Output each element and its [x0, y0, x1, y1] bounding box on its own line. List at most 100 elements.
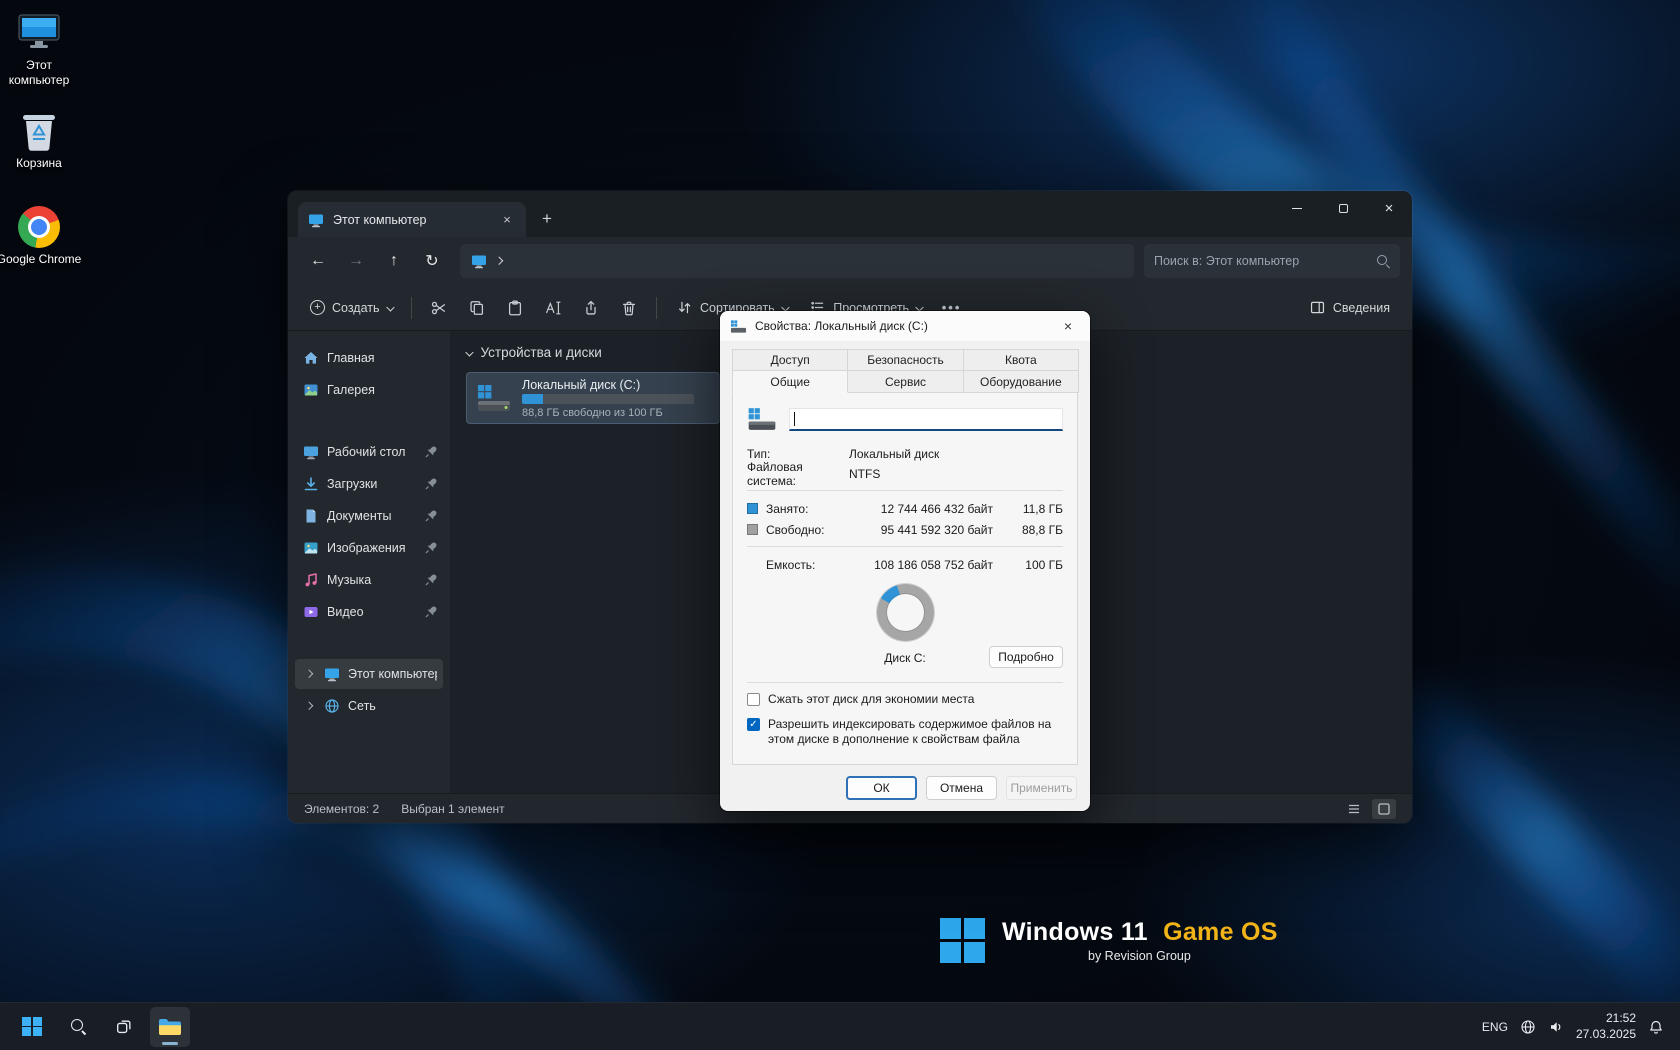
- new-icon: +: [310, 300, 325, 315]
- new-tab-button[interactable]: +: [532, 204, 562, 234]
- compress-checkbox[interactable]: [747, 693, 760, 706]
- sidebar-item-pictures[interactable]: Изображения: [295, 533, 443, 563]
- search-icon: [70, 1018, 87, 1035]
- sidebar-item-desktop[interactable]: Рабочий стол: [295, 437, 443, 467]
- drive-usage-fill: [522, 394, 543, 404]
- forward-button[interactable]: →: [338, 244, 374, 278]
- search-input[interactable]: [1154, 254, 1376, 268]
- taskbar: ENG 21:52 27.03.2025: [0, 1002, 1680, 1050]
- tab-sharing[interactable]: Доступ: [732, 349, 848, 371]
- music-icon: [303, 572, 319, 588]
- bell-icon[interactable]: [1648, 1019, 1664, 1035]
- chevron-down-icon: [781, 303, 789, 311]
- sort-icon: [676, 299, 693, 316]
- volume-icon[interactable]: [1548, 1019, 1564, 1035]
- refresh-button[interactable]: ↻: [414, 244, 450, 278]
- list-view-icon: [1347, 802, 1361, 816]
- delete-button[interactable]: [611, 291, 647, 325]
- drive-item-local-disk-c[interactable]: Локальный диск (C:) 88,8 ГБ свободно из …: [466, 372, 720, 424]
- watermark-title: Windows 11: [1002, 918, 1148, 946]
- computer-icon: [308, 212, 324, 228]
- sidebar-item-gallery[interactable]: Галерея: [295, 375, 443, 405]
- details-pane-button[interactable]: Сведения: [1299, 291, 1400, 325]
- paste-button[interactable]: [497, 291, 533, 325]
- tab-this-pc[interactable]: Этот компьютер ×: [298, 202, 526, 237]
- sidebar-item-music[interactable]: Музыка: [295, 565, 443, 595]
- dialog-title: Свойства: Локальный диск (C:): [755, 319, 1038, 333]
- details-label: Сведения: [1333, 301, 1390, 315]
- free-label: Свободно:: [766, 523, 850, 537]
- pin-icon: [425, 510, 437, 522]
- details-pane-icon: [1309, 299, 1326, 316]
- dialog-title-bar: Свойства: Локальный диск (C:) ×: [720, 311, 1090, 341]
- sidebar-item-downloads[interactable]: Загрузки: [295, 469, 443, 499]
- task-view-button[interactable]: [104, 1007, 144, 1047]
- cut-button[interactable]: [421, 291, 457, 325]
- thumbnail-view-button[interactable]: [1372, 799, 1396, 819]
- tab-tools[interactable]: Сервис: [847, 370, 963, 393]
- back-button[interactable]: ←: [300, 244, 336, 278]
- minimize-button[interactable]: [1274, 191, 1320, 225]
- index-checkbox[interactable]: [747, 718, 760, 731]
- donut-hole: [887, 594, 924, 631]
- apply-button[interactable]: Применить: [1006, 776, 1077, 800]
- share-button[interactable]: [573, 291, 609, 325]
- tab-general[interactable]: Общие: [732, 370, 848, 393]
- sidebar-item-network[interactable]: Сеть: [295, 691, 443, 721]
- type-label: Тип:: [747, 447, 849, 461]
- tab-hardware[interactable]: Оборудование: [963, 370, 1079, 393]
- sidebar-item-label: Сеть: [348, 699, 437, 713]
- sidebar-item-label: Загрузки: [327, 477, 417, 491]
- sidebar-item-home[interactable]: Главная: [295, 343, 443, 373]
- cancel-button[interactable]: Отмена: [926, 776, 997, 800]
- new-button[interactable]: + Создать: [300, 291, 402, 325]
- search-box[interactable]: [1144, 244, 1400, 278]
- tab-quota[interactable]: Квота: [963, 349, 1079, 371]
- watermark-edition: Game OS: [1163, 918, 1278, 946]
- clock[interactable]: 21:52 27.03.2025: [1576, 1011, 1636, 1042]
- type-value: Локальный диск: [849, 447, 939, 461]
- navigation-bar: ← → ↑ ↻: [288, 237, 1412, 285]
- desktop-icon-label: Google Chrome: [0, 252, 82, 267]
- language-indicator[interactable]: ENG: [1482, 1020, 1508, 1034]
- chevron-down-icon: [916, 303, 924, 311]
- tray-time: 21:52: [1576, 1011, 1636, 1027]
- desktop-icon-label: Корзина: [0, 156, 82, 171]
- taskbar-search-button[interactable]: [58, 1007, 98, 1047]
- dialog-close-button[interactable]: ×: [1046, 311, 1090, 341]
- taskbar-explorer-button[interactable]: [150, 1007, 190, 1047]
- start-button[interactable]: [12, 1007, 52, 1047]
- copy-button[interactable]: [459, 291, 495, 325]
- close-button[interactable]: ×: [1366, 191, 1412, 225]
- sidebar-item-documents[interactable]: Документы: [295, 501, 443, 531]
- text-caret: [794, 412, 795, 426]
- tab-security[interactable]: Безопасность: [847, 349, 963, 371]
- compress-checkbox-label: Сжать этот диск для экономии места: [768, 692, 974, 708]
- capacity-size: 100 ГБ: [993, 558, 1063, 572]
- items-count: Элементов: 2: [304, 802, 379, 816]
- gallery-icon: [303, 382, 319, 398]
- delete-icon: [620, 299, 638, 317]
- sidebar-item-this-pc[interactable]: Этот компьютер: [295, 659, 443, 689]
- volume-label-input[interactable]: [789, 408, 1063, 431]
- details-button[interactable]: Подробно: [989, 646, 1063, 668]
- globe-icon[interactable]: [1520, 1019, 1536, 1035]
- start-icon: [22, 1017, 42, 1037]
- maximize-button[interactable]: [1320, 191, 1366, 225]
- rename-button[interactable]: [535, 291, 571, 325]
- address-bar[interactable]: [460, 244, 1134, 278]
- used-size: 11,8 ГБ: [993, 502, 1063, 516]
- desktop-icon-recycle-bin[interactable]: Корзина: [0, 108, 82, 171]
- pin-icon: [425, 606, 437, 618]
- share-icon: [582, 299, 600, 317]
- desktop-icon-chrome[interactable]: Google Chrome: [0, 206, 82, 267]
- details-view-button[interactable]: [1342, 799, 1366, 819]
- desktop-icon-this-pc[interactable]: Этот компьютер: [0, 12, 82, 88]
- rename-icon: [544, 299, 562, 317]
- tab-close-icon[interactable]: ×: [498, 211, 516, 229]
- ok-button[interactable]: ОК: [846, 776, 917, 800]
- up-button[interactable]: ↑: [376, 244, 412, 278]
- sidebar-item-videos[interactable]: Видео: [295, 597, 443, 627]
- sidebar-item-label: Главная: [327, 351, 437, 365]
- cut-icon: [430, 299, 448, 317]
